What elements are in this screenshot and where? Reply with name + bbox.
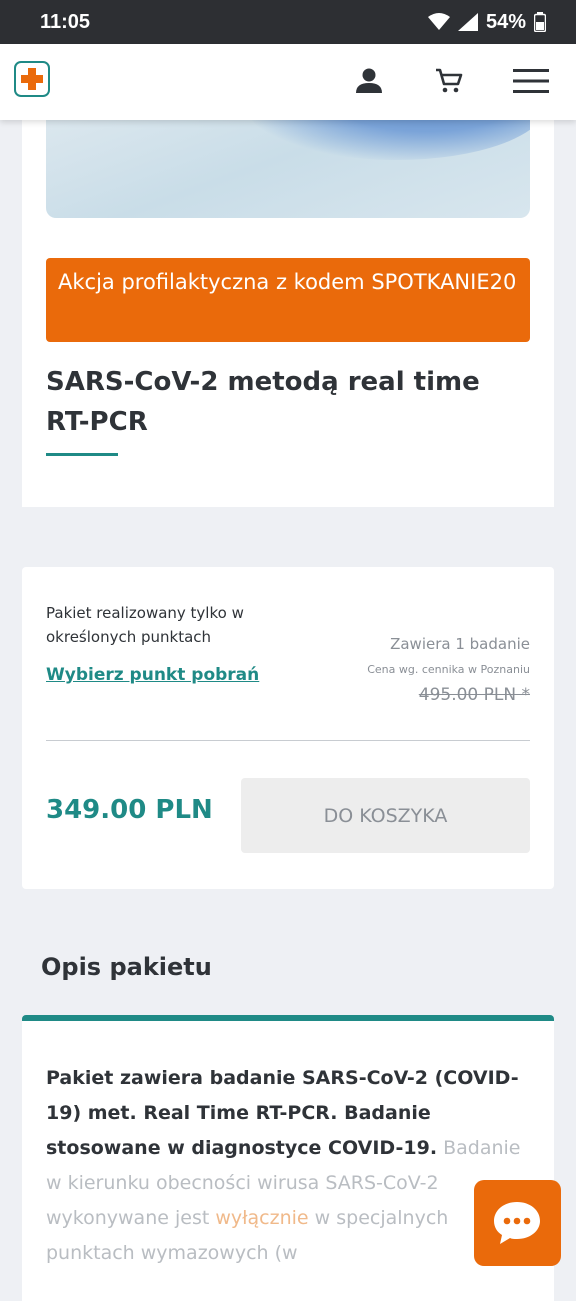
chat-bubble-icon (494, 1202, 540, 1244)
signal-icon (457, 13, 478, 31)
choose-point-link[interactable]: Wybierz punkt pobrań (46, 665, 259, 685)
status-bar: 11:05 54% (0, 0, 576, 44)
add-to-cart-button[interactable]: DO KOSZYKA (241, 778, 530, 853)
description-accent: wyłącznie (215, 1207, 309, 1229)
product-card: Akcja profilaktyczna z kodem SPOTKANIE20… (22, 120, 554, 507)
cart-icon[interactable] (435, 68, 463, 94)
battery-percent: 54% (485, 10, 526, 33)
medical-cross-logo[interactable] (14, 61, 50, 97)
divider (46, 740, 530, 741)
top-navigation (0, 44, 576, 120)
battery-icon (534, 12, 546, 32)
price-note: Cena wg. cennika w Poznaniu (367, 663, 530, 676)
offer-card: Pakiet realizowany tylko w określonych p… (22, 567, 554, 889)
promo-banner: Akcja profilaktyczna z kodem SPOTKANIE20 (46, 258, 530, 342)
description-text: Pakiet zawiera badanie SARS-CoV-2 (COVID… (46, 1061, 524, 1271)
status-icons: 54% (427, 10, 546, 34)
title-underline (46, 453, 118, 456)
current-price: 349.00 PLN (46, 795, 213, 825)
status-time: 11:05 (40, 10, 91, 33)
contains-count: Zawiera 1 badanie (390, 635, 530, 653)
availability-note: Pakiet realizowany tylko w określonych p… (46, 604, 244, 646)
old-price: 495.00 PLN * (418, 685, 530, 705)
product-title: SARS-CoV-2 metodą real time RT-PCR (46, 367, 480, 437)
chat-button[interactable] (474, 1180, 561, 1266)
product-image (46, 120, 530, 218)
section-title: Opis pakietu (41, 953, 212, 981)
user-icon[interactable] (355, 66, 383, 94)
menu-icon[interactable] (513, 68, 549, 94)
wifi-icon (427, 13, 450, 30)
